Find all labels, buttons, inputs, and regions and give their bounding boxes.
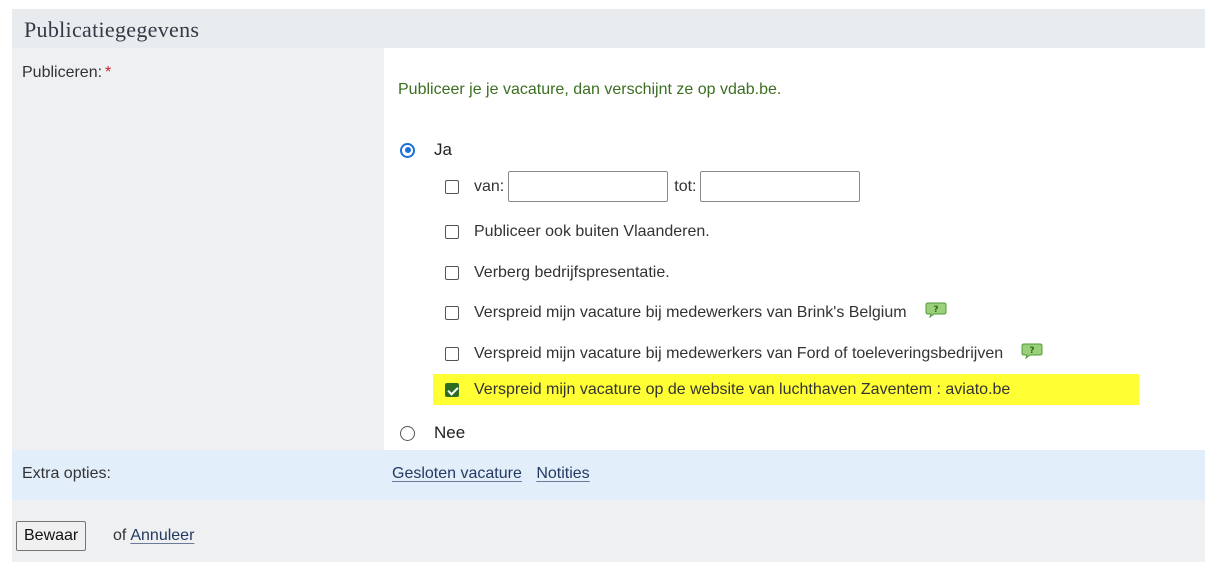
option-checkbox[interactable]: [445, 225, 459, 239]
option-aviato-website[interactable]: Verspreid mijn vacature op de website va…: [445, 381, 1010, 399]
extra-options-label: Extra opties:: [22, 465, 111, 482]
actions-text: of Annuleer: [113, 527, 194, 545]
option-label: Publiceer ook buiten Vlaanderen.: [474, 223, 710, 240]
date-from-input[interactable]: [508, 171, 669, 202]
option-brinks-belgium[interactable]: Verspreid mijn vacature bij medewerkers …: [445, 302, 947, 322]
radio-yes-label: Ja: [434, 140, 452, 159]
publish-label: Publiceren:: [22, 64, 103, 81]
radio-no-label: Nee: [434, 423, 466, 442]
date-range-option: van: tot:: [445, 171, 866, 202]
radio-yes[interactable]: [400, 142, 415, 158]
section-header: Publicatiegegevens: [12, 9, 1205, 48]
option-publish-outside-flanders[interactable]: Publiceer ook buiten Vlaanderen.: [445, 223, 710, 241]
publish-row: Publiceren: * Publiceer je je vacature, d…: [12, 48, 1205, 450]
option-checkbox[interactable]: [445, 306, 459, 320]
option-ford-suppliers[interactable]: Verspreid mijn vacature bij medewerkers …: [445, 343, 1043, 363]
date-range-checkbox[interactable]: [445, 179, 459, 194]
publication-panel: Publicatiegegevens Publiceren: * Publicee…: [12, 9, 1205, 562]
option-hide-company-presentation[interactable]: Verberg bedrijfspresentatie.: [445, 264, 670, 282]
svg-text:?: ?: [933, 305, 938, 315]
required-mark: *: [105, 64, 112, 81]
publish-label-cell: Publiceren: *: [12, 48, 384, 450]
publish-label-wrap: Publiceren: *: [22, 64, 111, 82]
extra-options-row: Extra opties: Gesloten vacature Notities: [12, 450, 1205, 500]
radio-yes-row[interactable]: Ja: [400, 140, 452, 160]
form-actions: Bewaar of Annuleer: [12, 500, 1205, 562]
or-text: of: [113, 527, 127, 544]
radio-no-row[interactable]: Nee: [400, 423, 465, 443]
help-bubble-icon[interactable]: ?: [1021, 343, 1043, 360]
help-bubble-icon[interactable]: ?: [925, 302, 947, 319]
option-checkbox-checked[interactable]: [445, 383, 459, 397]
cancel-link[interactable]: Annuleer: [130, 527, 194, 544]
date-from-label: van:: [474, 177, 505, 195]
closed-vacancy-link[interactable]: Gesloten vacature: [392, 465, 522, 482]
option-label: Verspreid mijn vacature bij medewerkers …: [474, 304, 907, 321]
publish-info-text: Publiceer je je vacature, dan verschijnt…: [398, 81, 782, 98]
option-label: Verspreid mijn vacature bij medewerkers …: [474, 345, 1004, 362]
option-checkbox[interactable]: [445, 347, 459, 361]
option-checkbox[interactable]: [445, 266, 459, 280]
option-label: Verberg bedrijfspresentatie.: [474, 264, 670, 281]
option-label: Verspreid mijn vacature op de website va…: [474, 381, 1011, 398]
extra-options-links: Gesloten vacature Notities: [392, 465, 590, 483]
date-to-label: tot:: [674, 177, 697, 195]
radio-no[interactable]: [400, 425, 415, 441]
svg-text:?: ?: [1030, 346, 1035, 356]
notes-link[interactable]: Notities: [536, 465, 589, 482]
date-to-input[interactable]: [700, 171, 861, 202]
save-button[interactable]: Bewaar: [16, 521, 87, 551]
section-title: Publicatiegegevens: [24, 17, 200, 42]
